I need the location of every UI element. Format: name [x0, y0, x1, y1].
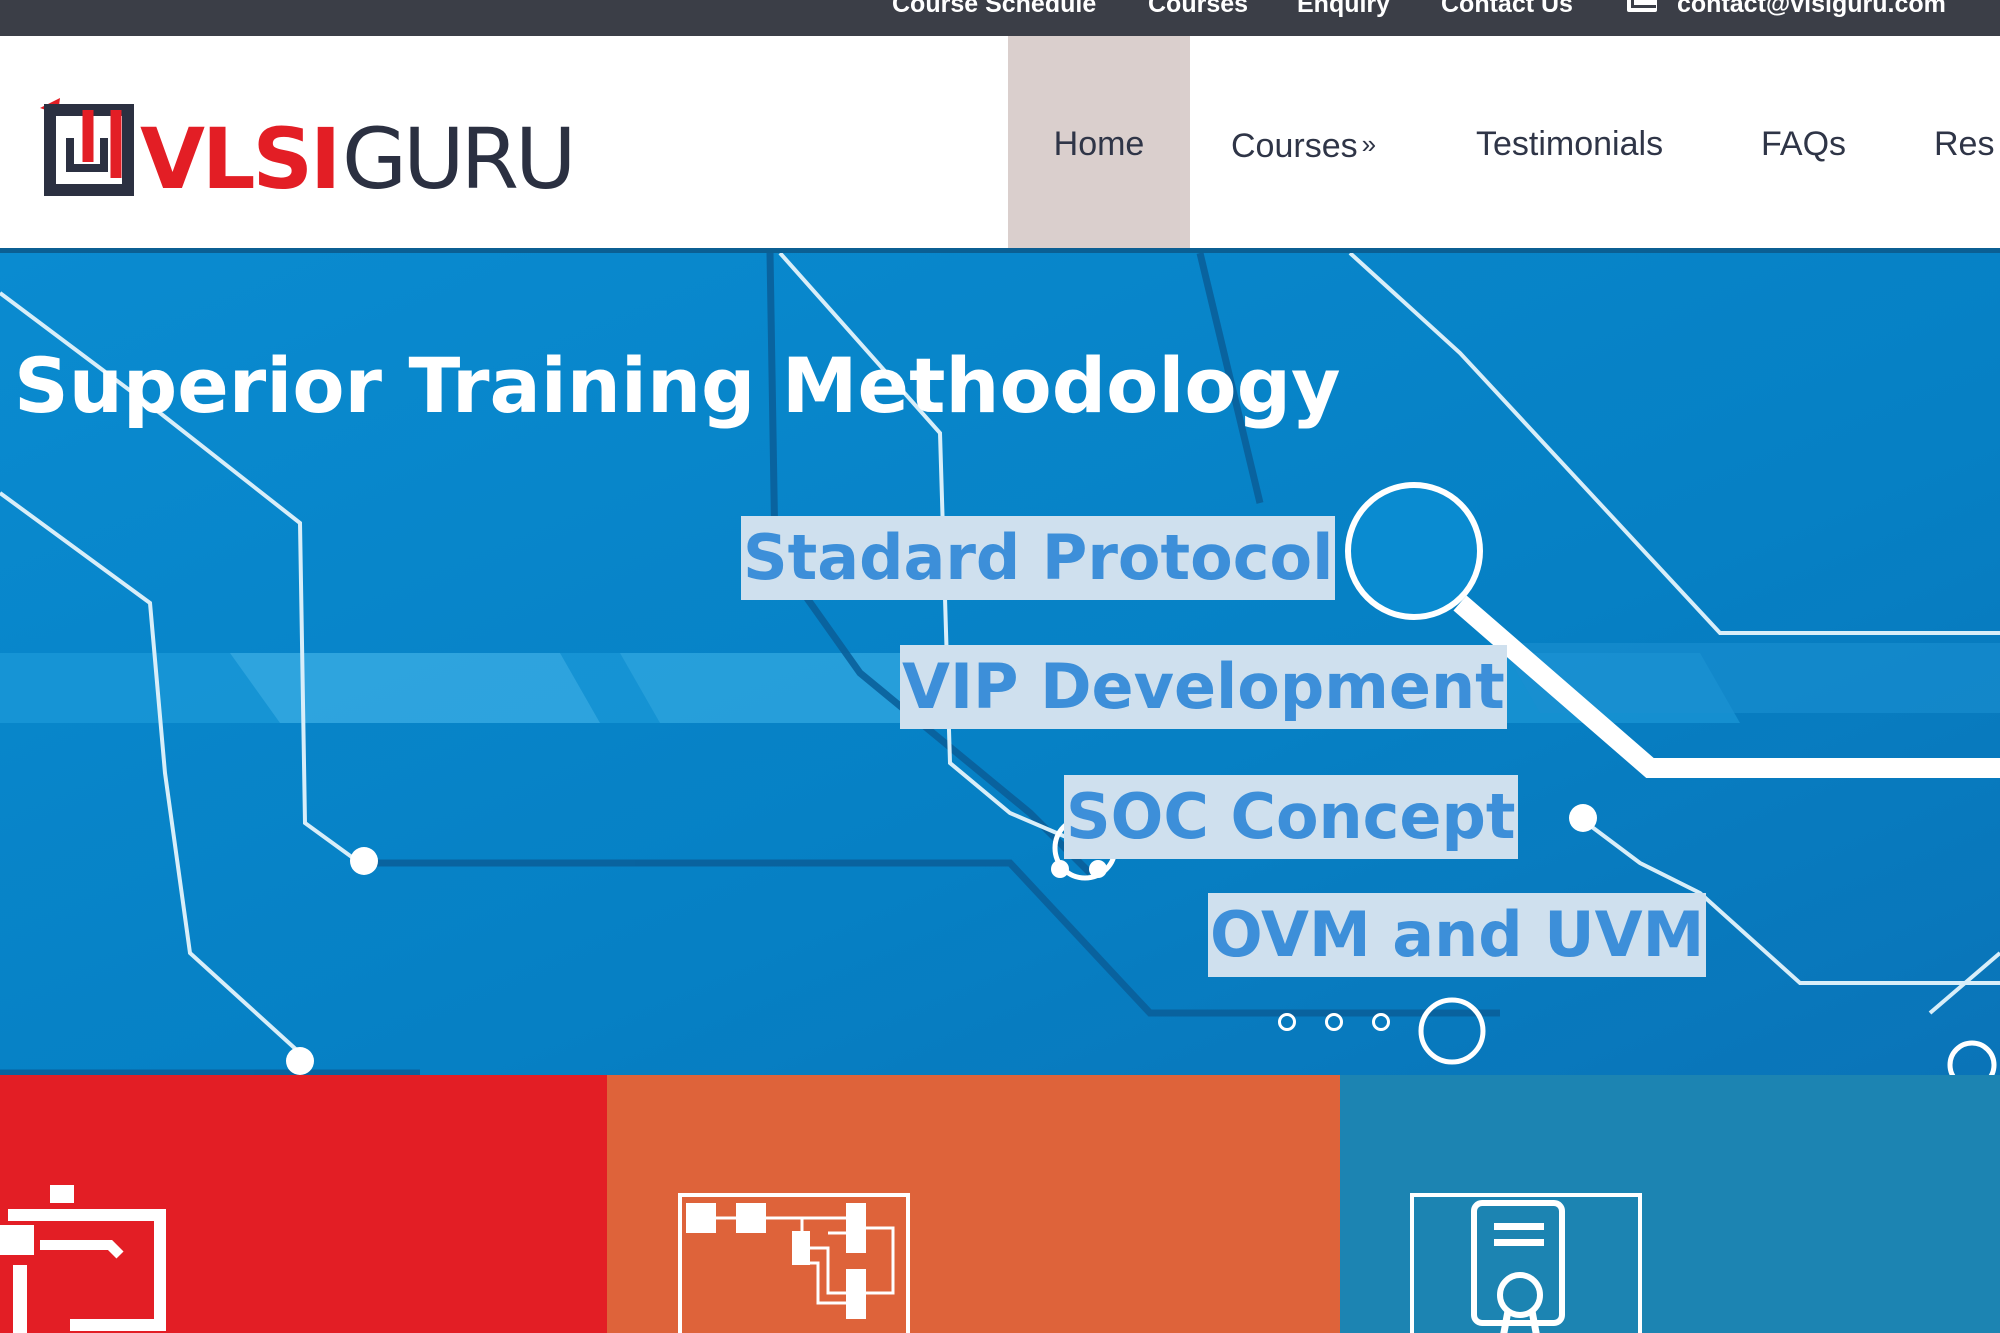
nav-item-label: Testimonials [1476, 125, 1664, 163]
submenu-arrow-icon: » [1361, 129, 1377, 159]
block-diagram-icon [678, 1193, 910, 1333]
presentation-board-icon [0, 1185, 166, 1333]
topbar-link-contact-us[interactable]: Contact Us [1441, 0, 1573, 19]
nav-item-testimonials[interactable]: Testimonials [1476, 36, 1663, 248]
feature-tile-design[interactable] [607, 1075, 1340, 1333]
topbar-link-courses[interactable]: Courses [1148, 0, 1248, 19]
hero-title: Superior Training Methodology [14, 341, 1341, 430]
nav-item-home[interactable]: Home [1008, 36, 1190, 248]
nav-item-courses[interactable]: Courses» [1231, 36, 1376, 248]
hero-highlight-standard-protocol: Stadard Protocol [741, 516, 1336, 600]
nav-item-faqs[interactable]: FAQs [1761, 36, 1846, 248]
top-utility-bar: Course Schedule Courses Enquiry Contact … [0, 0, 2000, 36]
hero-highlight-vip-development: VIP Development [900, 645, 1507, 729]
slider-dot-1[interactable] [1278, 1013, 1296, 1031]
hero-slider: Superior Training Methodology Stadard Pr… [0, 248, 2000, 1075]
nav-item-label: FAQs [1761, 125, 1847, 163]
slider-dot-3[interactable] [1372, 1013, 1390, 1031]
nav-item-label: Courses [1231, 127, 1358, 165]
topbar-link-enquiry[interactable]: Enquiry [1297, 0, 1390, 19]
logo-text-vlsi: VLSI [140, 110, 338, 208]
nav-item-resources[interactable]: Res [1934, 36, 1994, 248]
site-header: VLSI GURU Home Courses» Testimonials FAQ… [0, 36, 2000, 248]
slider-dot-2[interactable] [1325, 1013, 1343, 1031]
mail-icon [1627, 0, 1657, 12]
hero-highlight-soc-concept: SOC Concept [1064, 775, 1518, 859]
feature-tile-certification[interactable] [1340, 1075, 2000, 1333]
topbar-email-link[interactable]: contact@vlsiguru.com [1677, 0, 1946, 19]
certificate-icon [1410, 1193, 1642, 1333]
vlsiguru-logo[interactable]: VLSI GURU [40, 98, 580, 223]
nav-item-label: Home [1053, 125, 1145, 163]
logo-text-guru: GURU [342, 110, 572, 208]
nav-item-label: Res [1934, 125, 1995, 163]
feature-tile-training[interactable] [0, 1075, 607, 1333]
hero-highlight-ovm-uvm: OVM and UVM [1208, 893, 1707, 977]
topbar-link-course-schedule[interactable]: Course Schedule [892, 0, 1096, 19]
logo-emblem-icon [40, 98, 134, 196]
